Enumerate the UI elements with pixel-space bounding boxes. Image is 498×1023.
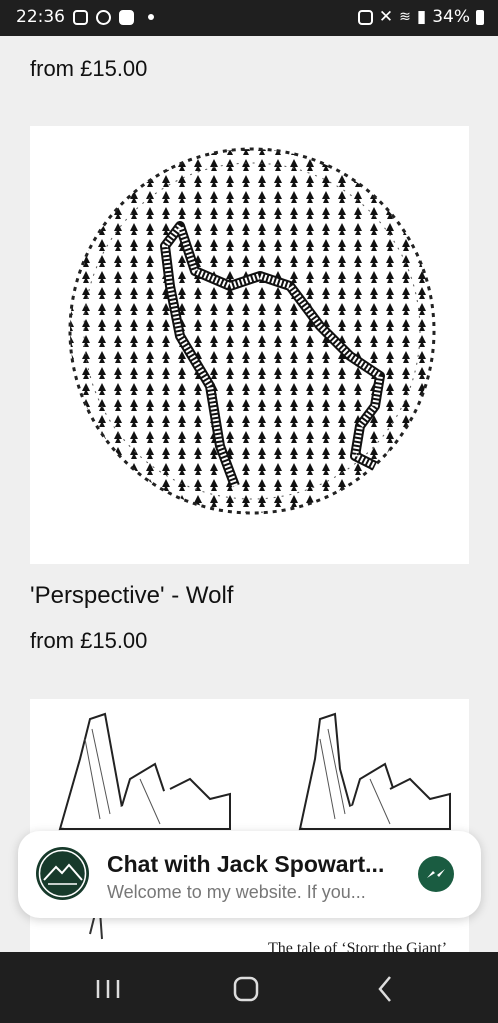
chat-title: Chat with Jack Spowart... — [107, 851, 385, 877]
product-image[interactable] — [30, 126, 469, 564]
wifi-icon: ≋ — [399, 9, 411, 25]
mute-icon: ✕ — [378, 7, 394, 27]
lock-icon — [357, 9, 373, 25]
battery-icon — [476, 9, 484, 25]
chat-subtitle: Welcome to my website. If you... — [107, 882, 366, 902]
notification-dot-icon — [148, 14, 154, 20]
chrome-icon — [96, 9, 111, 25]
product-price: from £15.00 — [30, 56, 148, 81]
home-icon[interactable] — [226, 972, 266, 1006]
back-icon[interactable] — [366, 972, 406, 1006]
status-time: 22:36 — [16, 7, 65, 27]
forest-map-illustration — [68, 147, 436, 515]
messenger-icon[interactable] — [418, 856, 454, 892]
chat-widget[interactable]: Chat with Jack Spowart... Welcome to my … — [18, 831, 481, 918]
product-price: from £15.00 — [30, 628, 148, 653]
battery-percent: 34% — [432, 7, 470, 27]
mountain-logo-icon — [38, 849, 87, 898]
avatar — [36, 847, 89, 900]
signal-icon: ▮ — [416, 7, 427, 27]
status-bar: 22:36 ✕ ≋ ▮ 34% — [0, 0, 498, 36]
recent-apps-icon[interactable] — [88, 972, 128, 1006]
system-nav-bar — [0, 952, 498, 1023]
instagram-icon — [73, 9, 88, 25]
product-caption: The tale of ‘Storr the Giant’ — [268, 940, 447, 952]
product-title[interactable]: 'Perspective' - Wolf — [30, 582, 233, 610]
product-list: from £15.00 'Perspective' - Wolf from £1… — [0, 36, 498, 952]
check-icon — [119, 9, 134, 25]
